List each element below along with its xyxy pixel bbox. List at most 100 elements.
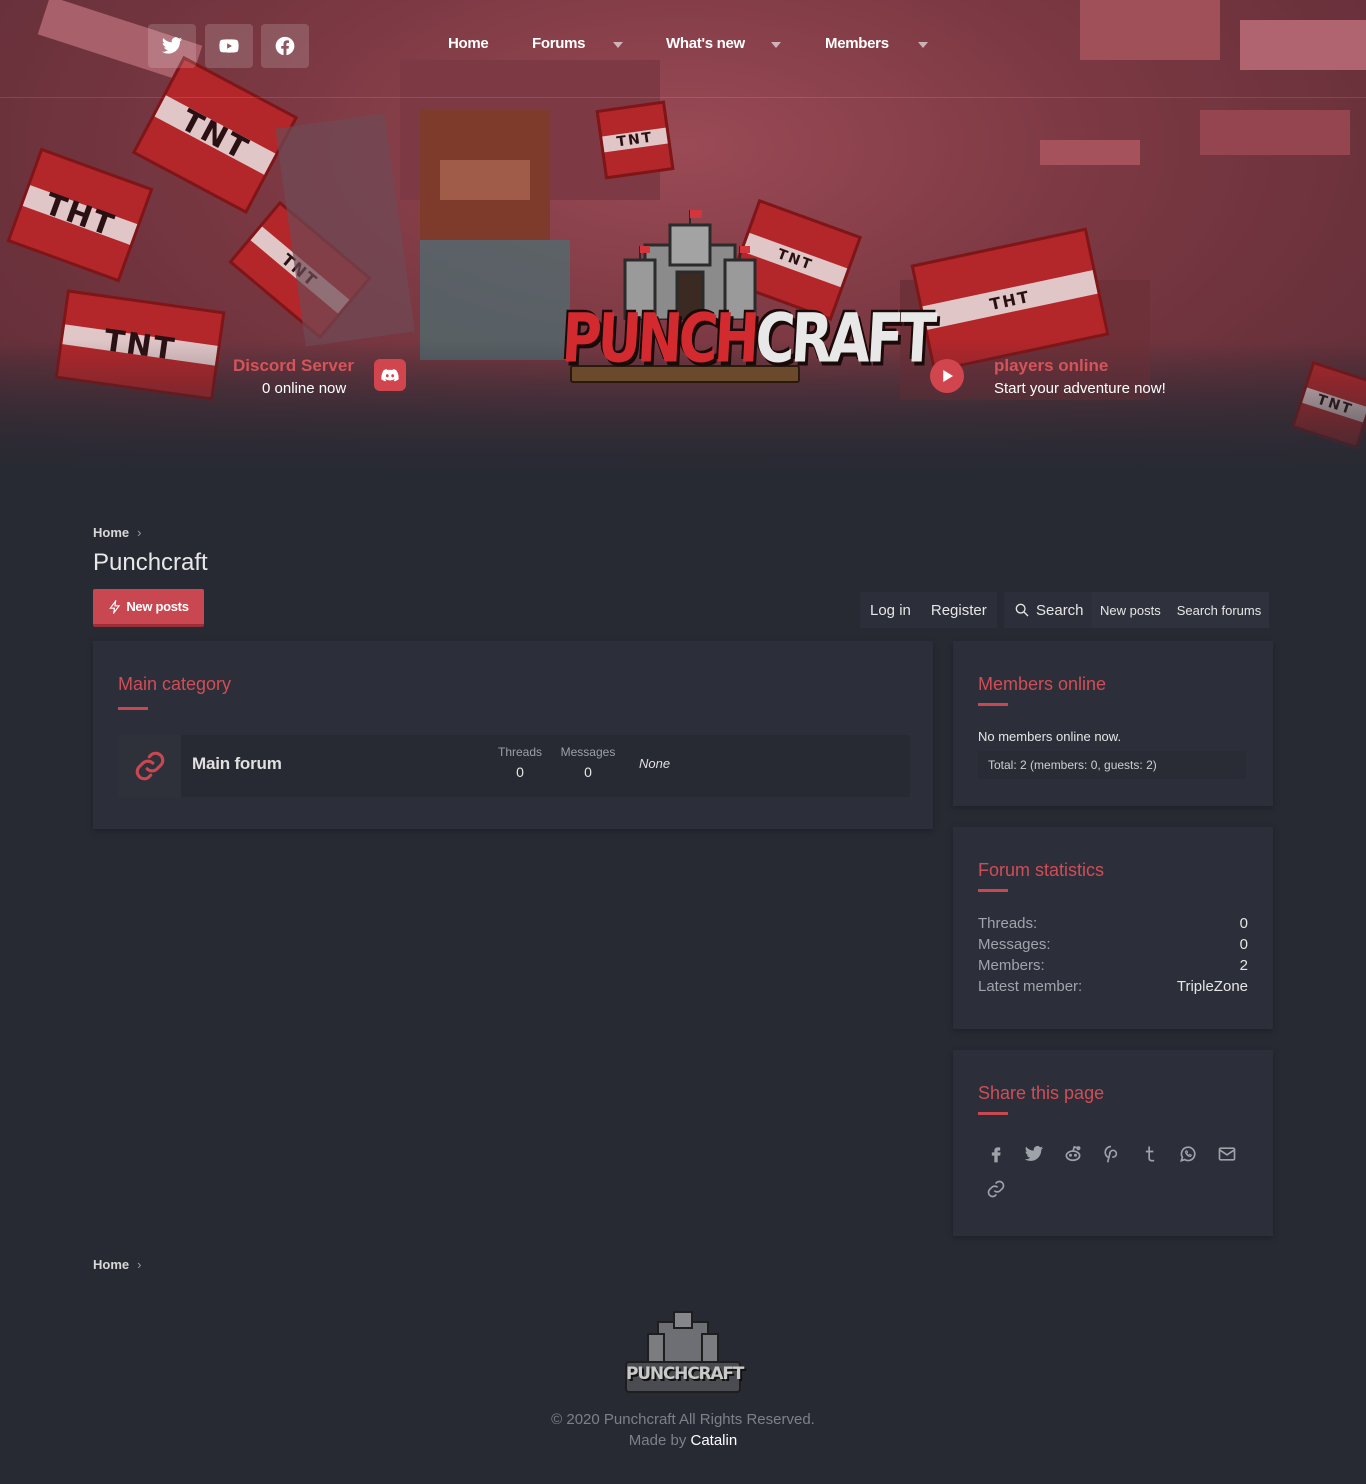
messages-stat: Messages 0 xyxy=(557,745,619,780)
subnav-new-posts[interactable]: New posts xyxy=(1092,603,1169,618)
breadcrumb: Home › xyxy=(93,525,141,540)
site-logo[interactable]: PUNCHCRAFT xyxy=(540,190,935,400)
title-underline xyxy=(118,707,148,710)
breadcrumb-bottom: Home › xyxy=(93,1257,141,1272)
members-online-title[interactable]: Members online xyxy=(978,674,1106,695)
share-page-panel: Share this page xyxy=(953,1050,1273,1236)
whatsapp-icon[interactable] xyxy=(1177,1143,1199,1165)
messages-label: Messages xyxy=(560,745,616,759)
youtube-button[interactable] xyxy=(205,24,253,68)
online-total: Total: 2 (members: 0, guests: 2) xyxy=(978,751,1246,779)
threads-stat: Threads 0 xyxy=(490,745,550,780)
stat-value: 2 xyxy=(1239,957,1248,974)
breadcrumb-home[interactable]: Home xyxy=(93,1257,129,1272)
nav-members[interactable]: Members xyxy=(825,35,889,52)
nav-whats-new[interactable]: What's new xyxy=(666,35,745,52)
bg-block xyxy=(1040,140,1140,165)
bolt-icon xyxy=(109,599,121,614)
search-label: Search xyxy=(1036,601,1084,619)
breadcrumb-home[interactable]: Home xyxy=(93,525,129,540)
discord-online-count: 0 online now xyxy=(262,380,347,397)
logo-word-craft: CRAFT xyxy=(753,299,935,378)
stat-key: Messages: xyxy=(978,936,1051,953)
footer-logo-text: PUNCHCRAFT xyxy=(626,1364,744,1384)
search-icon xyxy=(1015,603,1029,617)
made-by-label: Made by xyxy=(628,1432,687,1449)
discord-title[interactable]: Discord Server xyxy=(233,356,354,376)
latest-member-link[interactable]: TripleZone xyxy=(1177,978,1248,995)
stat-row-latest-member: Latest member: TripleZone xyxy=(978,978,1248,995)
reddit-icon[interactable] xyxy=(1062,1143,1084,1165)
title-underline xyxy=(978,889,1008,892)
bg-block xyxy=(1200,110,1350,155)
facebook-icon xyxy=(275,36,295,56)
stat-key: Latest member: xyxy=(978,978,1083,995)
logo-wordmark: PUNCHCRAFT xyxy=(559,290,935,388)
discord-icon[interactable] xyxy=(374,359,406,391)
facebook-button[interactable] xyxy=(261,24,309,68)
twitter-icon xyxy=(161,37,183,54)
twitter-icon[interactable] xyxy=(1023,1143,1045,1165)
members-online-text: No members online now. xyxy=(978,729,1122,744)
players-online-title[interactable]: players online xyxy=(994,356,1108,376)
nav-forums[interactable]: Forums xyxy=(532,35,586,52)
forum-name[interactable]: Main forum xyxy=(192,754,282,774)
chevron-right-icon: › xyxy=(137,525,142,540)
twitter-button[interactable] xyxy=(148,24,196,68)
register-link[interactable]: Register xyxy=(921,602,997,619)
stat-key: Threads: xyxy=(978,915,1038,932)
share-title: Share this page xyxy=(978,1083,1105,1103)
subnav-search-forums[interactable]: Search forums xyxy=(1169,603,1270,618)
latest-post: None xyxy=(639,756,671,771)
players-online-subtitle: Start your adventure now! xyxy=(994,380,1166,397)
forum-statistics-title: Forum statistics xyxy=(978,860,1105,880)
whats-new-dropdown-caret[interactable] xyxy=(771,42,781,48)
forum-statistics-panel: Forum statistics Threads: 0 Messages: 0 … xyxy=(953,827,1273,1029)
title-underline xyxy=(978,1112,1008,1115)
forum-row[interactable]: Main forum Threads 0 Messages 0 None xyxy=(118,735,910,797)
tumblr-icon[interactable] xyxy=(1139,1143,1161,1165)
character-face xyxy=(440,160,530,200)
facebook-icon[interactable] xyxy=(985,1143,1007,1165)
login-link[interactable]: Log in xyxy=(860,602,921,619)
stat-row-messages: Messages: 0 xyxy=(978,936,1248,953)
stat-value: 0 xyxy=(1239,915,1248,932)
category-title[interactable]: Main category xyxy=(118,674,231,695)
footer-copyright: © 2020 Punchcraft All Rights Reserved. xyxy=(551,1411,815,1428)
main-category-panel: Main category Main forum Threads 0 Messa… xyxy=(93,641,933,829)
hero-banner: TNT THT TNT TNT THT TNT TNT TNT Home For… xyxy=(0,0,1366,490)
youtube-icon xyxy=(219,39,239,53)
sub-navigation: New posts Search forums xyxy=(1092,592,1270,628)
title-underline xyxy=(978,703,1008,706)
new-posts-label: New posts xyxy=(126,599,189,614)
threads-count: 0 xyxy=(516,764,524,780)
stat-key: Members: xyxy=(978,957,1045,974)
top-navigation-bar: Home Forums What's new Members xyxy=(0,0,1366,98)
search-button[interactable]: Search xyxy=(1004,592,1094,628)
nav-home[interactable]: Home xyxy=(448,35,489,52)
stat-row-threads: Threads: 0 xyxy=(978,915,1248,932)
play-icon[interactable] xyxy=(930,359,964,393)
account-bar: Log in Register xyxy=(860,592,997,628)
chevron-right-icon: › xyxy=(137,1257,142,1272)
threads-label: Threads xyxy=(497,745,543,759)
members-dropdown-caret[interactable] xyxy=(918,42,928,48)
castle-icon xyxy=(625,1311,741,1393)
link-icon[interactable] xyxy=(985,1178,1007,1200)
tnt-block: THT xyxy=(6,147,154,283)
tnt-block: TNT xyxy=(595,100,675,180)
link-icon xyxy=(118,735,181,797)
author-link[interactable]: Catalin xyxy=(691,1432,738,1449)
new-posts-button[interactable]: New posts xyxy=(93,589,204,627)
messages-count: 0 xyxy=(584,764,592,780)
footer-logo[interactable]: PUNCHCRAFT xyxy=(620,1308,746,1400)
footer-credit: Made by Catalin xyxy=(0,1432,1366,1449)
members-online-panel: Members online No members online now. To… xyxy=(953,641,1273,806)
pinterest-icon[interactable] xyxy=(1100,1143,1122,1165)
page-title: Punchcraft xyxy=(93,549,208,576)
forums-dropdown-caret[interactable] xyxy=(613,42,623,48)
stat-value: 0 xyxy=(1239,936,1248,953)
stat-row-members: Members: 2 xyxy=(978,957,1248,974)
logo-word-punch: PUNCH xyxy=(559,299,758,378)
email-icon[interactable] xyxy=(1216,1143,1238,1165)
